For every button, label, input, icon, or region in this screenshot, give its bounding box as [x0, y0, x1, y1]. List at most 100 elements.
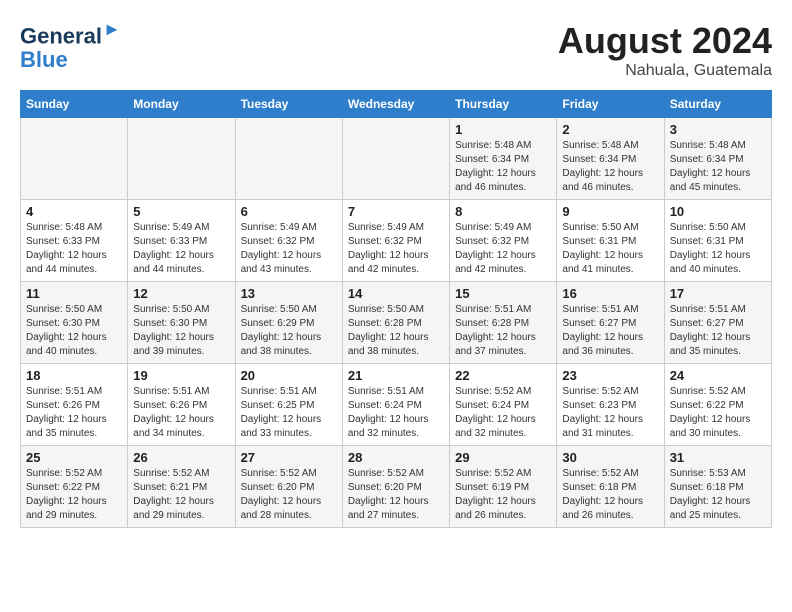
day-detail: Sunrise: 5:52 AM Sunset: 6:22 PM Dayligh… — [670, 385, 766, 441]
title-area: August 2024 Nahuala, Guatemala — [558, 20, 772, 80]
calendar-cell: 18Sunrise: 5:51 AM Sunset: 6:26 PM Dayli… — [21, 364, 128, 446]
day-number: 12 — [133, 286, 229, 301]
day-detail: Sunrise: 5:49 AM Sunset: 6:33 PM Dayligh… — [133, 221, 229, 277]
weekday-header-cell: Wednesday — [342, 91, 449, 118]
day-detail: Sunrise: 5:52 AM Sunset: 6:24 PM Dayligh… — [455, 385, 551, 441]
calendar-cell: 20 Sunrise: 5:51 AM Sunset: 6:25 PM Dayli… — [235, 364, 342, 446]
day-number: 17 — [670, 286, 766, 301]
calendar-row: 4 Sunrise: 5:48 AM Sunset: 6:33 PM Daylig… — [21, 200, 772, 282]
day-detail: Sunrise: 5:48 AM Sunset: 6:33 PM Dayligh… — [26, 221, 122, 277]
weekday-header-row: SundayMondayTuesdayWednesdayThursdayFrid… — [21, 91, 772, 118]
header: General► Blue August 2024 Nahuala, Guate… — [20, 20, 772, 80]
day-number: 14 — [348, 286, 444, 301]
calendar-cell: 15 Sunrise: 5:51 AM Sunset: 6:28 PM Dayli… — [450, 282, 557, 364]
day-number: 19 — [133, 368, 229, 383]
month-year-title: August 2024 — [558, 20, 772, 62]
logo: General► Blue — [20, 20, 121, 73]
day-detail: Sunrise: 5:53 AM Sunset: 6:18 PM Dayligh… — [670, 467, 766, 523]
day-number: 4 — [26, 204, 122, 219]
day-number: 8 — [455, 204, 551, 219]
weekday-header-cell: Monday — [128, 91, 235, 118]
logo-blue: Blue — [20, 47, 68, 73]
calendar-body: 1 Sunrise: 5:48 AM Sunset: 6:34 PM Daylig… — [21, 118, 772, 528]
calendar-cell: 30 Sunrise: 5:52 AM Sunset: 6:18 PM Dayli… — [557, 446, 664, 528]
calendar-cell — [235, 118, 342, 200]
day-number: 15 — [455, 286, 551, 301]
day-number: 28 — [348, 450, 444, 465]
calendar-cell: 7 Sunrise: 5:49 AM Sunset: 6:32 PM Daylig… — [342, 200, 449, 282]
calendar-cell: 25 Sunrise: 5:52 AM Sunset: 6:22 PM Dayli… — [21, 446, 128, 528]
logo-text: General► — [20, 20, 121, 49]
day-detail: Sunrise: 5:50 AM Sunset: 6:30 PM Dayligh… — [26, 303, 122, 359]
day-detail: Sunrise: 5:52 AM Sunset: 6:21 PM Dayligh… — [133, 467, 229, 523]
day-number: 3 — [670, 122, 766, 137]
calendar-cell: 10Sunrise: 5:50 AM Sunset: 6:31 PM Dayli… — [664, 200, 771, 282]
day-detail: Sunrise: 5:49 AM Sunset: 6:32 PM Dayligh… — [455, 221, 551, 277]
day-number: 22 — [455, 368, 551, 383]
day-detail: Sunrise: 5:51 AM Sunset: 6:26 PM Dayligh… — [133, 385, 229, 441]
day-detail: Sunrise: 5:52 AM Sunset: 6:20 PM Dayligh… — [241, 467, 337, 523]
day-number: 21 — [348, 368, 444, 383]
day-number: 23 — [562, 368, 658, 383]
weekday-header-cell: Friday — [557, 91, 664, 118]
calendar-row: 25 Sunrise: 5:52 AM Sunset: 6:22 PM Dayli… — [21, 446, 772, 528]
day-number: 9 — [562, 204, 658, 219]
calendar-cell: 9Sunrise: 5:50 AM Sunset: 6:31 PM Daylig… — [557, 200, 664, 282]
calendar-row: 18Sunrise: 5:51 AM Sunset: 6:26 PM Dayli… — [21, 364, 772, 446]
calendar-cell: 27 Sunrise: 5:52 AM Sunset: 6:20 PM Dayli… — [235, 446, 342, 528]
day-number: 7 — [348, 204, 444, 219]
day-detail: Sunrise: 5:48 AM Sunset: 6:34 PM Dayligh… — [455, 139, 551, 195]
day-detail: Sunrise: 5:51 AM Sunset: 6:27 PM Dayligh… — [670, 303, 766, 359]
day-number: 16 — [562, 286, 658, 301]
day-number: 27 — [241, 450, 337, 465]
calendar-table: SundayMondayTuesdayWednesdayThursdayFrid… — [20, 90, 772, 528]
day-detail: Sunrise: 5:49 AM Sunset: 6:32 PM Dayligh… — [241, 221, 337, 277]
calendar-cell: 26 Sunrise: 5:52 AM Sunset: 6:21 PM Dayli… — [128, 446, 235, 528]
weekday-header-cell: Tuesday — [235, 91, 342, 118]
calendar-cell: 14 Sunrise: 5:50 AM Sunset: 6:28 PM Dayli… — [342, 282, 449, 364]
calendar-cell: 19 Sunrise: 5:51 AM Sunset: 6:26 PM Dayli… — [128, 364, 235, 446]
calendar-cell: 22 Sunrise: 5:52 AM Sunset: 6:24 PM Dayli… — [450, 364, 557, 446]
calendar-cell: 11 Sunrise: 5:50 AM Sunset: 6:30 PM Dayli… — [21, 282, 128, 364]
day-detail: Sunrise: 5:49 AM Sunset: 6:32 PM Dayligh… — [348, 221, 444, 277]
calendar-cell: 21 Sunrise: 5:51 AM Sunset: 6:24 PM Dayli… — [342, 364, 449, 446]
day-number: 1 — [455, 122, 551, 137]
day-number: 11 — [26, 286, 122, 301]
calendar-cell: 16 Sunrise: 5:51 AM Sunset: 6:27 PM Dayli… — [557, 282, 664, 364]
day-number: 10 — [670, 204, 766, 219]
day-detail: Sunrise: 5:51 AM Sunset: 6:24 PM Dayligh… — [348, 385, 444, 441]
calendar-cell: 24 Sunrise: 5:52 AM Sunset: 6:22 PM Dayli… — [664, 364, 771, 446]
calendar-cell: 17 Sunrise: 5:51 AM Sunset: 6:27 PM Dayli… — [664, 282, 771, 364]
day-number: 13 — [241, 286, 337, 301]
day-number: 6 — [241, 204, 337, 219]
day-detail: Sunrise: 5:51 AM Sunset: 6:25 PM Dayligh… — [241, 385, 337, 441]
day-detail: Sunrise: 5:51 AM Sunset: 6:27 PM Dayligh… — [562, 303, 658, 359]
day-detail: Sunrise: 5:50 AM Sunset: 6:28 PM Dayligh… — [348, 303, 444, 359]
day-detail: Sunrise: 5:48 AM Sunset: 6:34 PM Dayligh… — [670, 139, 766, 195]
weekday-header-cell: Saturday — [664, 91, 771, 118]
day-detail: Sunrise: 5:52 AM Sunset: 6:18 PM Dayligh… — [562, 467, 658, 523]
day-number: 24 — [670, 368, 766, 383]
day-detail: Sunrise: 5:51 AM Sunset: 6:28 PM Dayligh… — [455, 303, 551, 359]
day-number: 31 — [670, 450, 766, 465]
calendar-cell: 5Sunrise: 5:49 AM Sunset: 6:33 PM Daylig… — [128, 200, 235, 282]
calendar-cell — [128, 118, 235, 200]
calendar-cell: 8 Sunrise: 5:49 AM Sunset: 6:32 PM Daylig… — [450, 200, 557, 282]
day-detail: Sunrise: 5:52 AM Sunset: 6:22 PM Dayligh… — [26, 467, 122, 523]
calendar-cell: 28 Sunrise: 5:52 AM Sunset: 6:20 PM Dayli… — [342, 446, 449, 528]
calendar-cell: 4 Sunrise: 5:48 AM Sunset: 6:33 PM Daylig… — [21, 200, 128, 282]
day-number: 26 — [133, 450, 229, 465]
location-subtitle: Nahuala, Guatemala — [558, 62, 772, 80]
day-number: 20 — [241, 368, 337, 383]
day-number: 30 — [562, 450, 658, 465]
weekday-header-cell: Sunday — [21, 91, 128, 118]
day-detail: Sunrise: 5:52 AM Sunset: 6:20 PM Dayligh… — [348, 467, 444, 523]
day-number: 2 — [562, 122, 658, 137]
calendar-cell: 13Sunrise: 5:50 AM Sunset: 6:29 PM Dayli… — [235, 282, 342, 364]
day-detail: Sunrise: 5:52 AM Sunset: 6:19 PM Dayligh… — [455, 467, 551, 523]
day-number: 25 — [26, 450, 122, 465]
calendar-row: 1 Sunrise: 5:48 AM Sunset: 6:34 PM Daylig… — [21, 118, 772, 200]
calendar-cell: 6 Sunrise: 5:49 AM Sunset: 6:32 PM Daylig… — [235, 200, 342, 282]
calendar-cell: 12Sunrise: 5:50 AM Sunset: 6:30 PM Dayli… — [128, 282, 235, 364]
day-detail: Sunrise: 5:48 AM Sunset: 6:34 PM Dayligh… — [562, 139, 658, 195]
